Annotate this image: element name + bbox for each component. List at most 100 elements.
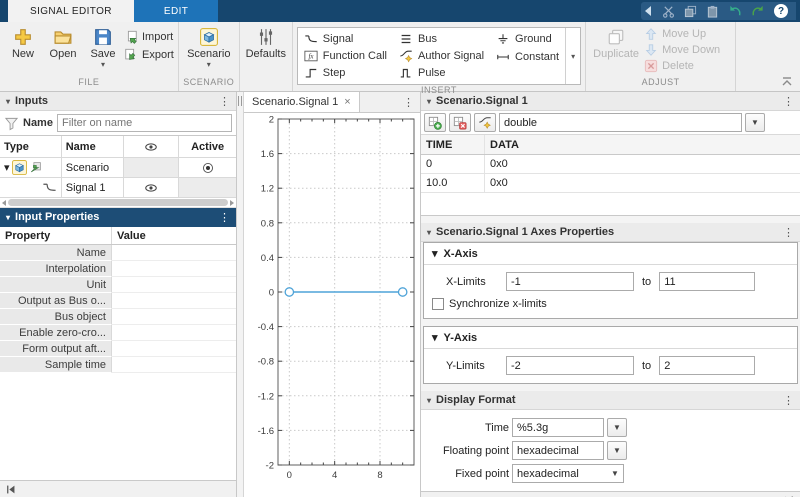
insert-step-item[interactable]: Step: [304, 66, 387, 80]
collapse-ribbon-icon[interactable]: [782, 77, 792, 88]
x-limit-min-input[interactable]: [506, 272, 634, 291]
svg-text:0.8: 0.8: [261, 218, 274, 229]
table-row[interactable]: 10.0 0x0: [421, 174, 800, 193]
skip-to-start-icon[interactable]: [5, 484, 16, 495]
panel-splitter[interactable]: [237, 92, 244, 497]
insert-ground-item[interactable]: Ground: [496, 32, 559, 46]
panel-menu-icon[interactable]: ⋮: [783, 226, 794, 239]
scenario-visibility-cell[interactable]: [124, 158, 179, 177]
tab-scenario-signal-1[interactable]: Scenario.Signal 1 ×: [244, 92, 360, 112]
scenario-active-radio[interactable]: [179, 158, 236, 177]
signal-active-cell[interactable]: [179, 178, 236, 197]
signal-visibility-toggle[interactable]: [124, 178, 179, 197]
property-row[interactable]: Enable zero-cro...: [0, 325, 236, 341]
data-type-dropdown-button[interactable]: ▼: [745, 113, 765, 132]
y-axis-section-header[interactable]: ▾ Y-Axis: [424, 327, 797, 349]
scroll-left-icon[interactable]: [2, 200, 6, 206]
move-up-button[interactable]: Move Up: [644, 27, 720, 41]
undo-icon[interactable]: [728, 5, 742, 18]
property-row[interactable]: Output as Bus o...: [0, 293, 236, 309]
right-bottom-scrollbar[interactable]: [421, 492, 800, 497]
insert-bus-item[interactable]: Bus: [399, 32, 484, 46]
fixed-point-format-combo[interactable]: hexadecimal ▼: [512, 464, 624, 483]
filter-input[interactable]: [57, 114, 232, 132]
duplicate-button[interactable]: Duplicate: [590, 24, 642, 60]
author-signal-icon: [478, 116, 492, 130]
table-row[interactable]: 0 0x0: [421, 155, 800, 174]
synchronize-x-limits-checkbox[interactable]: [432, 298, 444, 310]
insert-function-call-item[interactable]: fx Function Call: [304, 49, 387, 63]
adjust-group: Duplicate Move Up Move Down Delete: [586, 22, 736, 91]
open-button[interactable]: Open: [44, 24, 82, 60]
data-type-input[interactable]: [499, 113, 742, 132]
help-icon[interactable]: ?: [774, 4, 788, 18]
import-button[interactable]: Import: [124, 30, 174, 44]
time-format-dropdown-button[interactable]: ▼: [607, 418, 627, 437]
x-limit-max-input[interactable]: [659, 272, 755, 291]
signal-plot[interactable]: 21.61.20.80.40-0.4-0.8-1.2-1.6-2048: [244, 113, 420, 496]
delete-button[interactable]: Delete: [644, 59, 720, 73]
property-row[interactable]: Name: [0, 245, 236, 261]
gallery-dropdown-button[interactable]: ▾: [565, 28, 580, 84]
property-row[interactable]: Form output aft...: [0, 341, 236, 357]
property-row[interactable]: Interpolation: [0, 261, 236, 277]
insert-author-signal-item[interactable]: Author Signal: [399, 49, 484, 63]
collapse-caret-icon[interactable]: ▾: [427, 97, 431, 106]
y-limit-min-input[interactable]: [506, 356, 634, 375]
insert-signal-item[interactable]: Signal: [304, 32, 387, 46]
save-button[interactable]: Save ▾: [84, 24, 122, 68]
table-row-scenario[interactable]: ▾ Scenario: [0, 158, 236, 178]
floating-point-format-input[interactable]: [512, 441, 604, 460]
y-limits-label: Y-Limits: [446, 360, 498, 372]
paste-icon[interactable]: [706, 5, 719, 18]
collapse-caret-icon[interactable]: ▾: [6, 97, 10, 106]
tab-menu-icon[interactable]: ⋮: [397, 92, 420, 112]
floating-point-dropdown-button[interactable]: ▼: [607, 441, 627, 460]
panel-menu-icon[interactable]: ⋮: [219, 211, 230, 224]
table-row-signal-1[interactable]: Signal 1: [0, 178, 236, 198]
x-axis-section-header[interactable]: ▾ X-Axis: [424, 243, 797, 265]
cut-icon[interactable]: [662, 5, 675, 18]
scenario-group: Scenario ▾ SCENARIO: [179, 22, 240, 91]
redo-icon[interactable]: [751, 5, 765, 18]
author-signal-icon: [399, 49, 413, 63]
chevron-left-icon[interactable]: [645, 6, 651, 16]
property-row[interactable]: Sample time: [0, 357, 236, 373]
export-button[interactable]: Export: [124, 48, 174, 62]
copy-icon[interactable]: [684, 5, 697, 18]
expand-caret-icon[interactable]: ▾: [4, 161, 10, 174]
display-format-content: Time ▼ Floating point ▼ Fixed point hexa…: [421, 410, 800, 492]
scenario-button[interactable]: Scenario ▾: [183, 24, 235, 68]
property-row[interactable]: Unit: [0, 277, 236, 293]
signal-icon: [304, 32, 318, 46]
time-format-input[interactable]: [512, 418, 604, 437]
inputs-horizontal-scrollbar[interactable]: [0, 198, 236, 208]
close-icon[interactable]: ×: [344, 96, 350, 108]
import-overlay-icon: [29, 161, 42, 174]
insert-pulse-item[interactable]: Pulse: [399, 66, 484, 80]
y-limit-max-input[interactable]: [659, 356, 755, 375]
scroll-right-icon[interactable]: [230, 200, 234, 206]
panel-menu-icon[interactable]: ⋮: [783, 394, 794, 407]
collapse-caret-icon[interactable]: ▾: [427, 396, 431, 405]
author-signal-button[interactable]: [474, 113, 496, 132]
left-bottom-scrollbar[interactable]: [0, 481, 236, 497]
tab-signal-editor[interactable]: SIGNAL EDITOR: [8, 0, 134, 22]
add-row-button[interactable]: [424, 113, 446, 132]
scenario-name: Scenario: [62, 158, 125, 177]
svg-text:1.6: 1.6: [261, 149, 274, 160]
property-row[interactable]: Bus object: [0, 309, 236, 325]
panel-menu-icon[interactable]: ⋮: [783, 95, 794, 108]
panel-menu-icon[interactable]: ⋮: [219, 95, 230, 108]
move-down-button[interactable]: Move Down: [644, 43, 720, 57]
defaults-button[interactable]: Defaults: [244, 24, 288, 60]
svg-text:-1.6: -1.6: [258, 426, 274, 437]
collapse-caret-icon[interactable]: ▾: [6, 213, 10, 222]
filter-row: Name: [0, 111, 236, 135]
delete-row-button[interactable]: [449, 113, 471, 132]
tab-edit[interactable]: EDIT: [134, 0, 218, 22]
new-button[interactable]: New: [4, 24, 42, 60]
insert-constant-item[interactable]: Constant: [496, 50, 559, 64]
collapse-caret-icon[interactable]: ▾: [427, 228, 431, 237]
scrollbar-thumb[interactable]: [8, 199, 228, 206]
